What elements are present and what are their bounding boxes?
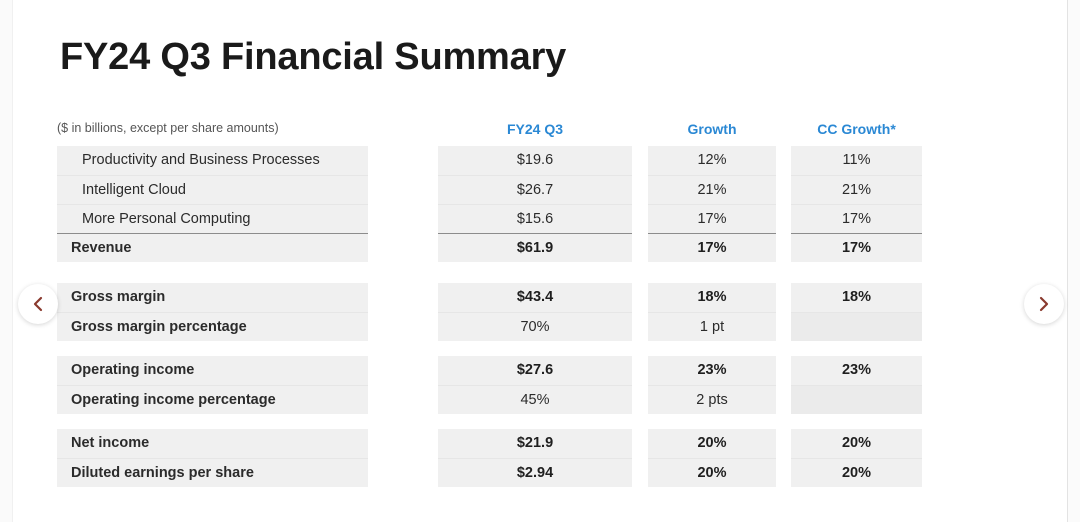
row-label: Intelligent Cloud <box>57 175 368 204</box>
cell-growth: 2 pts <box>648 385 776 414</box>
cell-cc-growth: 18% <box>791 283 922 312</box>
cell-growth: 20% <box>648 429 776 458</box>
cell-fy24q3: $43.4 <box>438 283 632 312</box>
row-label: Operating income percentage <box>57 385 368 414</box>
cell-growth: 17% <box>648 204 776 233</box>
row-label: Productivity and Business Processes <box>57 146 368 175</box>
cell-growth: 18% <box>648 283 776 312</box>
column-header-fy24q3: FY24 Q3 <box>506 121 564 137</box>
cell-cc-growth: 20% <box>791 429 922 458</box>
cell-fy24q3: $26.7 <box>438 175 632 204</box>
cell-cc-growth: 17% <box>791 204 922 233</box>
units-caption: ($ in billions, except per share amounts… <box>57 121 279 135</box>
row-label: Revenue <box>57 233 368 262</box>
cell-cc-growth: 23% <box>791 356 922 385</box>
chevron-left-icon <box>31 295 45 313</box>
cell-fy24q3: $61.9 <box>438 233 632 262</box>
cell-cc-growth-empty <box>791 385 922 414</box>
cell-growth: 20% <box>648 458 776 487</box>
cell-growth: 21% <box>648 175 776 204</box>
cell-fy24q3: $2.94 <box>438 458 632 487</box>
cell-fy24q3: $19.6 <box>438 146 632 175</box>
cell-fy24q3: 70% <box>438 312 632 341</box>
cell-cc-growth-empty <box>791 312 922 341</box>
cell-fy24q3: $15.6 <box>438 204 632 233</box>
row-label: Diluted earnings per share <box>57 458 368 487</box>
slide-frame: FY24 Q3 Financial Summary ($ in billions… <box>0 0 1080 522</box>
cell-growth: 17% <box>648 233 776 262</box>
cell-growth: 23% <box>648 356 776 385</box>
cell-cc-growth: 17% <box>791 233 922 262</box>
page-title: FY24 Q3 Financial Summary <box>60 36 567 78</box>
cell-cc-growth: 20% <box>791 458 922 487</box>
chevron-right-icon <box>1037 295 1051 313</box>
carousel-next-button[interactable] <box>1024 284 1064 324</box>
row-label: Gross margin percentage <box>57 312 368 341</box>
cell-fy24q3: $21.9 <box>438 429 632 458</box>
carousel-prev-button[interactable] <box>18 284 58 324</box>
column-header-cc-growth: CC Growth* <box>817 121 896 137</box>
column-header-growth: Growth <box>687 121 737 137</box>
cell-fy24q3: 45% <box>438 385 632 414</box>
cell-fy24q3: $27.6 <box>438 356 632 385</box>
row-label: More Personal Computing <box>57 204 368 233</box>
slide-content: FY24 Q3 Financial Summary ($ in billions… <box>0 0 1080 522</box>
cell-growth: 1 pt <box>648 312 776 341</box>
cell-growth: 12% <box>648 146 776 175</box>
cell-cc-growth: 21% <box>791 175 922 204</box>
row-label: Gross margin <box>57 283 368 312</box>
row-label: Operating income <box>57 356 368 385</box>
row-label: Net income <box>57 429 368 458</box>
cell-cc-growth: 11% <box>791 146 922 175</box>
